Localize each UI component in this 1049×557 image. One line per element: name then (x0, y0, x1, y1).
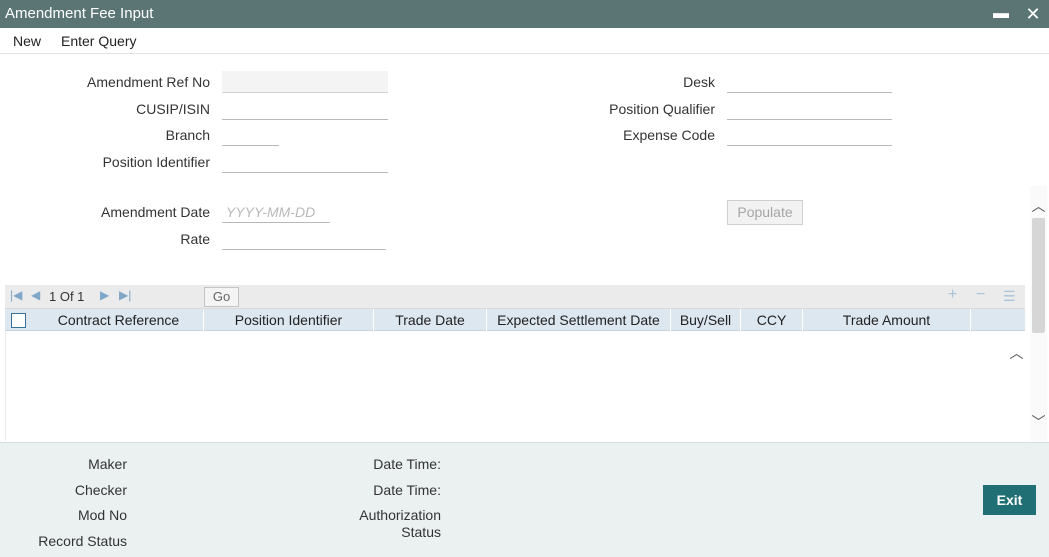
grid-scroll-up-icon[interactable]: ︿ (1008, 343, 1025, 363)
desk-label: Desk (683, 74, 715, 90)
position-qualifier-field[interactable] (727, 98, 892, 120)
cusip-isin-label: CUSIP/ISIN (136, 101, 210, 117)
add-row-icon[interactable]: + (948, 286, 957, 304)
position-qualifier-label: Position Qualifier (609, 101, 715, 117)
column-trade-amount[interactable]: Trade Amount (803, 309, 971, 331)
go-button[interactable]: Go (204, 287, 239, 307)
mod-no-label: Mod No (77, 507, 127, 523)
audit-footer: Maker Checker Mod No Record Status Date … (0, 442, 1049, 557)
branch-field[interactable] (222, 124, 279, 146)
authorization-status-label: Status (401, 524, 441, 540)
column-trade-date[interactable]: Trade Date (374, 309, 487, 331)
amendment-ref-no-label: Amendment Ref No (87, 74, 210, 90)
window-title: Amendment Fee Input (5, 5, 154, 22)
select-all-checkbox[interactable] (11, 313, 26, 328)
column-buy-sell[interactable]: Buy/Sell (671, 309, 741, 331)
expense-code-label: Expense Code (623, 127, 715, 143)
scrollbar-thumb[interactable] (1032, 218, 1045, 333)
menu-enter-query[interactable]: Enter Query (61, 33, 136, 49)
desk-field[interactable] (727, 71, 892, 93)
grid-header: Contract Reference Position Identifier T… (5, 309, 1025, 331)
branch-label: Branch (165, 127, 210, 143)
column-contract-reference[interactable]: Contract Reference (34, 309, 204, 331)
amendment-ref-no-field[interactable] (222, 71, 388, 93)
menu-bar: New Enter Query (0, 28, 1049, 54)
checker-date-time-label: Date Time: (373, 482, 441, 498)
scroll-up-icon[interactable]: ︿ (1030, 196, 1047, 216)
grid-toolbar: |◀ ◀ 1 Of 1 ▶ ▶| Go + − ☰ (5, 285, 1025, 309)
last-page-icon[interactable]: ▶| (119, 288, 131, 302)
record-status-label: Record Status (38, 533, 127, 549)
position-identifier-label: Position Identifier (102, 154, 210, 170)
checker-label: Checker (74, 482, 127, 498)
scroll-down-icon[interactable]: ﹀ (1030, 412, 1047, 432)
amendment-date-label: Amendment Date (101, 204, 210, 220)
column-expected-settlement-date[interactable]: Expected Settlement Date (487, 309, 671, 331)
grid-body (5, 331, 1025, 441)
populate-button[interactable]: Populate (727, 200, 803, 225)
minimize-icon[interactable]: ▬ (990, 3, 1012, 25)
next-page-icon[interactable]: ▶ (100, 288, 109, 302)
menu-new[interactable]: New (13, 33, 41, 49)
pagination-text: 1 Of 1 (49, 289, 85, 304)
maker-label: Maker (88, 456, 127, 472)
maker-date-time-label: Date Time: (373, 456, 441, 472)
previous-page-icon[interactable]: ◀ (31, 288, 40, 302)
close-icon[interactable]: ✕ (1022, 3, 1044, 25)
amendment-date-field[interactable] (222, 201, 330, 223)
window-titlebar: Amendment Fee Input ▬ ✕ (0, 0, 1049, 28)
first-page-icon[interactable]: |◀ (10, 288, 22, 302)
position-identifier-field[interactable] (222, 151, 388, 173)
rate-label: Rate (180, 231, 210, 247)
expense-code-field[interactable] (727, 124, 892, 146)
rate-field[interactable] (222, 228, 386, 250)
vertical-scrollbar[interactable] (1030, 186, 1047, 441)
authorization-label: Authorization (359, 507, 441, 523)
column-position-identifier[interactable]: Position Identifier (204, 309, 374, 331)
column-ccy[interactable]: CCY (741, 309, 803, 331)
cusip-isin-field[interactable] (222, 98, 388, 120)
delete-row-icon[interactable]: − (976, 286, 985, 304)
list-view-icon[interactable]: ☰ (1003, 288, 1016, 305)
exit-button[interactable]: Exit (983, 485, 1036, 515)
